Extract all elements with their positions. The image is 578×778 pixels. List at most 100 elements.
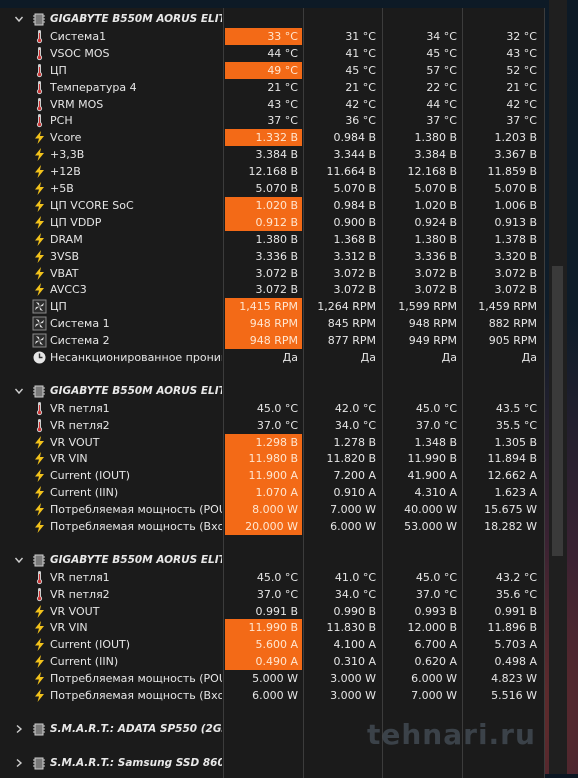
sensor-value-min: 3.000 W xyxy=(305,687,380,704)
sensor-row[interactable]: +12В12.168 В11.664 В12.168 В11.859 В xyxy=(0,163,545,180)
sensor-row[interactable]: VR петля145.0 °C42.0 °C45.0 °C43.5 °C xyxy=(0,400,545,417)
sensor-row[interactable]: ЦП1,415 RPM1,264 RPM1,599 RPM1,459 RPM xyxy=(0,298,545,315)
empty-row xyxy=(0,772,545,778)
sensor-row[interactable]: ЦП49 °C45 °C57 °C52 °C xyxy=(0,62,545,79)
sensor-row[interactable]: VR петля237.0 °C34.0 °C37.0 °C35.5 °C xyxy=(0,417,545,434)
sensor-name: VR петля1 xyxy=(50,569,222,586)
thermometer-icon xyxy=(32,63,47,78)
sensor-row[interactable]: VR петля145.0 °C41.0 °C45.0 °C43.2 °C xyxy=(0,569,545,586)
sensor-value-avg: 15.675 W xyxy=(464,501,541,518)
chevron-right-icon[interactable] xyxy=(14,758,24,768)
sensor-row[interactable]: +3,3В3.384 В3.344 В3.384 В3.367 В xyxy=(0,146,545,163)
sensor-value-max: 34 °C xyxy=(383,28,461,45)
sensor-value-current: 1,415 RPM xyxy=(225,298,302,315)
chevron-down-icon[interactable] xyxy=(14,386,24,396)
sensor-value-avg: 4.823 W xyxy=(464,670,541,687)
sensor-value-avg: 1.006 В xyxy=(464,197,541,214)
sensor-value-max: 41.900 A xyxy=(383,467,461,484)
sensor-value-avg: 882 RPM xyxy=(464,315,541,332)
sensor-row[interactable]: Система 1948 RPM845 RPM948 RPM882 RPM xyxy=(0,315,545,332)
sensor-row[interactable]: VR VIN11.980 В11.820 В11.990 В11.894 В xyxy=(0,450,545,467)
sensor-value-max: 11.990 В xyxy=(383,450,461,467)
sensor-group-title: GIGABYTE B550M AORUS ELITE (... xyxy=(50,383,222,400)
chevron-down-icon[interactable] xyxy=(14,14,24,24)
sensor-value-avg: 1.623 A xyxy=(464,484,541,501)
sensor-group-header[interactable]: GIGABYTE B550M AORUS ELITE (... xyxy=(0,11,545,28)
lightning-icon xyxy=(32,232,47,247)
sensor-value-max: 0.620 A xyxy=(383,653,461,670)
sensor-value-max: 5.070 В xyxy=(383,180,461,197)
sensor-value-max: 40.000 W xyxy=(383,501,461,518)
sensor-row[interactable]: Current (IOUT)11.900 A7.200 A41.900 A12.… xyxy=(0,467,545,484)
sensor-value-max: 3.072 В xyxy=(383,281,461,298)
sensor-row[interactable]: 3VSB3.336 В3.312 В3.336 В3.320 В xyxy=(0,248,545,265)
sensor-row[interactable]: ЦП VCORE SoC1.020 В0.984 В1.020 В1.006 В xyxy=(0,197,545,214)
sensor-value-avg: 12.662 A xyxy=(464,467,541,484)
sensor-value-avg: 43 °C xyxy=(464,45,541,62)
sensor-value-min: 1.278 В xyxy=(305,434,380,451)
sensor-row[interactable]: VR VIN11.990 В11.830 В12.000 В11.896 В xyxy=(0,619,545,636)
sensor-value-current: 11.990 В xyxy=(225,619,302,636)
sensor-row[interactable]: ЦП VDDP0.912 В0.900 В0.924 В0.913 В xyxy=(0,214,545,231)
sensor-row[interactable]: Потребляемая мощность (POUT)8.000 W7.000… xyxy=(0,501,545,518)
lightning-icon xyxy=(32,164,47,179)
sensor-group-header[interactable]: S.M.A.R.T.: Samsung SSD 860 E... xyxy=(0,755,545,772)
sensor-value-avg: 18.282 W xyxy=(464,518,541,535)
sensor-row[interactable]: Потребляемая мощность (Вход)20.000 W6.00… xyxy=(0,518,545,535)
sensor-value-current: 43 °C xyxy=(225,96,302,113)
sensor-row[interactable]: VR петля237.0 °C34.0 °C37.0 °C35.6 °C xyxy=(0,586,545,603)
sensor-value-min: 0.984 В xyxy=(305,197,380,214)
sensor-row[interactable]: Система 2948 RPM877 RPM949 RPM905 RPM xyxy=(0,332,545,349)
sensor-value-max: 45.0 °C xyxy=(383,569,461,586)
sensor-row[interactable]: Current (IOUT)5.600 A4.100 A6.700 A5.703… xyxy=(0,636,545,653)
sensor-row[interactable]: Vcore1.332 В0.984 В1.380 В1.203 В xyxy=(0,129,545,146)
sensor-value-avg: 43.2 °C xyxy=(464,569,541,586)
sensor-row[interactable]: VR VOUT0.991 В0.990 В0.993 В0.991 В xyxy=(0,603,545,620)
sensor-row[interactable]: DRAM1.380 В1.368 В1.380 В1.378 В xyxy=(0,231,545,248)
sensor-value-current: 6.000 W xyxy=(225,687,302,704)
thermometer-icon xyxy=(32,587,47,602)
sensor-value-max: 1.348 В xyxy=(383,434,461,451)
sensor-name: AVCC3 xyxy=(50,281,222,298)
sensor-row[interactable]: Система133 °C31 °C34 °C32 °C xyxy=(0,28,545,45)
sensor-row[interactable]: Current (IIN)1.070 A0.910 A4.310 A1.623 … xyxy=(0,484,545,501)
lightning-icon xyxy=(32,519,47,534)
sensor-name: Потребляемая мощность (Вход) xyxy=(50,687,222,704)
sensor-row[interactable]: AVCC33.072 В3.072 В3.072 В3.072 В xyxy=(0,281,545,298)
sensor-row[interactable]: VBAT3.072 В3.072 В3.072 В3.072 В xyxy=(0,265,545,282)
sensor-row[interactable]: VRM MOS43 °C42 °C44 °C42 °C xyxy=(0,96,545,113)
sensor-row[interactable]: VR VOUT1.298 В1.278 В1.348 В1.305 В xyxy=(0,434,545,451)
sensor-row[interactable]: Потребляемая мощность (Вход)6.000 W3.000… xyxy=(0,687,545,704)
sensor-row[interactable]: +5В5.070 В5.070 В5.070 В5.070 В xyxy=(0,180,545,197)
lightning-icon xyxy=(32,451,47,466)
sensor-value-min: 42.0 °C xyxy=(305,400,380,417)
sensor-value-min: 41 °C xyxy=(305,45,380,62)
sensor-value-current: 5.070 В xyxy=(225,180,302,197)
sensor-value-current: 1.332 В xyxy=(225,129,302,146)
sensor-value-max: 22 °C xyxy=(383,79,461,96)
sensor-value-min: 5.070 В xyxy=(305,180,380,197)
sensor-row[interactable]: Температура 421 °C21 °C22 °C21 °C xyxy=(0,79,545,96)
thermometer-icon xyxy=(32,97,47,112)
chevron-down-icon[interactable] xyxy=(14,555,24,565)
sensor-value-max: 37.0 °C xyxy=(383,586,461,603)
lightning-icon xyxy=(32,502,47,517)
sensor-group-header[interactable]: GIGABYTE B550M AORUS ELITE (... xyxy=(0,383,545,400)
sensor-name: Система 2 xyxy=(50,332,222,349)
lightning-icon xyxy=(32,435,47,450)
sensor-row[interactable]: Потребляемая мощность (POUT)5.000 W3.000… xyxy=(0,670,545,687)
sensor-group-title: GIGABYTE B550M AORUS ELITE (... xyxy=(50,11,222,28)
sensor-value-min: 42 °C xyxy=(305,96,380,113)
chevron-right-icon[interactable] xyxy=(14,724,24,734)
sensor-group-header[interactable]: GIGABYTE B550M AORUS ELITE (... xyxy=(0,552,545,569)
sensor-row[interactable]: Current (IIN)0.490 A0.310 A0.620 A0.498 … xyxy=(0,653,545,670)
sensor-name: ЦП VDDP xyxy=(50,214,222,231)
sensor-row[interactable]: Несанкционированное проникн...ДаДаДаДа xyxy=(0,349,545,366)
sensor-value-max: 37.0 °C xyxy=(383,417,461,434)
scrollbar-thumb[interactable] xyxy=(552,266,563,556)
sensor-row[interactable]: PCH37 °C36 °C37 °C37 °C xyxy=(0,112,545,129)
lightning-icon xyxy=(32,637,47,652)
sensor-group-title: S.M.A.R.T.: Samsung SSD 860 E... xyxy=(50,755,222,772)
sensor-row[interactable]: VSOC MOS44 °C41 °C45 °C43 °C xyxy=(0,45,545,62)
sensor-value-min: 0.310 A xyxy=(305,653,380,670)
